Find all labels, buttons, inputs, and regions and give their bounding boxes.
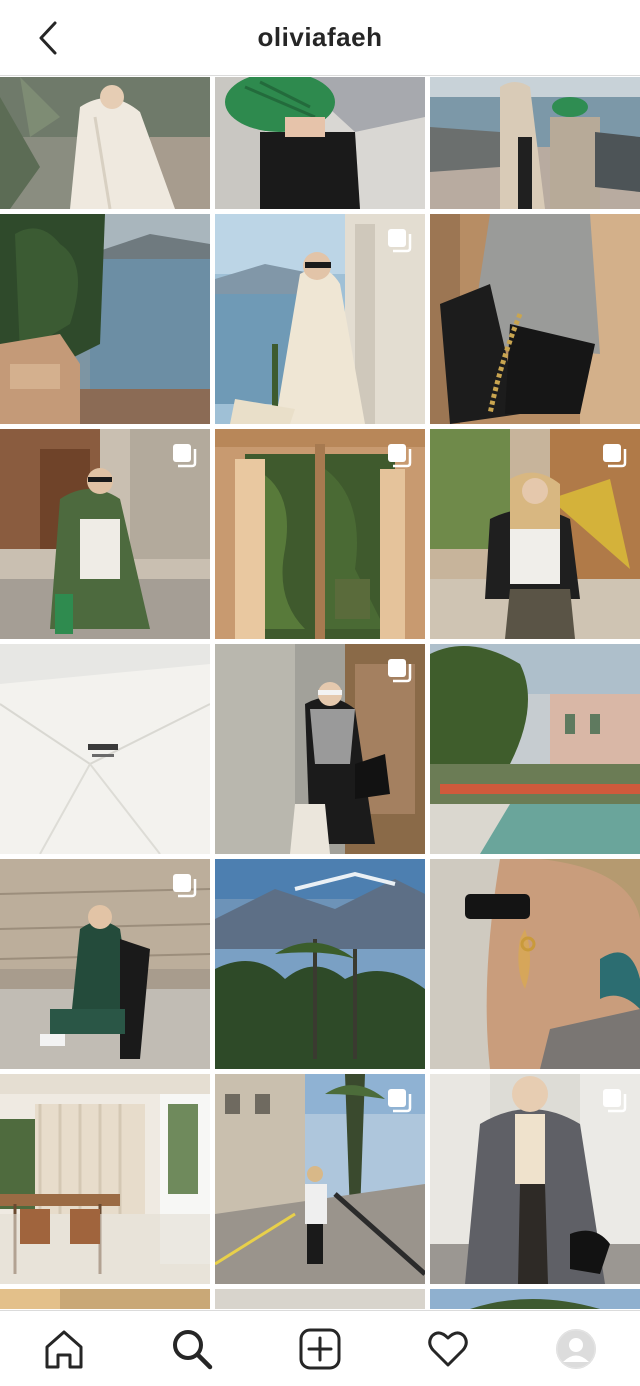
grid-photo[interactable] xyxy=(215,77,425,209)
photo-green-bag-black-shorts xyxy=(215,77,425,209)
profile-avatar xyxy=(556,1328,596,1369)
multi-photo-icon xyxy=(388,659,412,683)
photo-palms-lake-mountains xyxy=(215,859,425,1069)
multi-photo-icon xyxy=(388,444,412,468)
grid-photo[interactable] xyxy=(430,429,640,639)
grid-photo[interactable] xyxy=(215,1074,425,1284)
photo-modern-dining-room xyxy=(0,1074,210,1284)
grid-photo[interactable] xyxy=(0,859,210,1069)
chevron-left-icon xyxy=(39,21,57,55)
back-button[interactable] xyxy=(30,20,66,56)
grid-photo[interactable] xyxy=(215,644,425,854)
multi-photo-icon xyxy=(603,1089,627,1113)
grid-photo[interactable] xyxy=(0,1074,210,1284)
nav-search[interactable] xyxy=(160,1317,224,1381)
multi-photo-icon xyxy=(388,229,412,253)
bottom-navigation xyxy=(0,1310,640,1386)
photo-pool-villa xyxy=(430,644,640,854)
photo-white-trench-agave xyxy=(0,77,210,209)
grid-photo[interactable] xyxy=(430,859,640,1069)
activity-heart-icon xyxy=(428,1331,468,1366)
multi-photo-icon xyxy=(173,444,197,468)
photo-partial-3 xyxy=(430,1289,640,1309)
multi-photo-icon xyxy=(388,1089,412,1113)
photo-white-envelope xyxy=(0,644,210,854)
home-icon xyxy=(45,1330,83,1368)
grid-photo[interactable] xyxy=(0,1289,210,1309)
nav-profile[interactable] xyxy=(544,1317,608,1381)
grid-photo[interactable] xyxy=(430,1074,640,1284)
photo-cypress-lake-view xyxy=(0,214,210,424)
grid-photo[interactable] xyxy=(430,1289,640,1309)
avatar-placeholder-icon xyxy=(556,1329,596,1368)
grid-photo[interactable] xyxy=(215,429,425,639)
multi-photo-icon xyxy=(603,444,627,468)
grid-photo[interactable] xyxy=(215,214,425,424)
grid-photo[interactable] xyxy=(430,644,640,854)
grid-photo[interactable] xyxy=(0,77,210,209)
grid-photo[interactable] xyxy=(0,214,210,424)
grid-photo[interactable] xyxy=(0,644,210,854)
search-icon xyxy=(173,1329,213,1369)
nav-home[interactable] xyxy=(32,1317,96,1381)
photo-grid xyxy=(0,77,640,1309)
photo-gold-earring-closeup xyxy=(430,859,640,1069)
multi-photo-icon xyxy=(173,874,197,898)
nav-new-post[interactable] xyxy=(288,1317,352,1381)
grid-photo[interactable] xyxy=(215,859,425,1069)
photo-black-chain-bag xyxy=(430,214,640,424)
nav-activity[interactable] xyxy=(416,1317,480,1381)
grid-photo[interactable] xyxy=(430,77,640,209)
grid-photo[interactable] xyxy=(0,429,210,639)
photo-lakeside-cardigan xyxy=(430,77,640,209)
grid-photo[interactable] xyxy=(430,214,640,424)
profile-username: oliviafaeh xyxy=(257,22,383,52)
new-post-icon xyxy=(299,1328,341,1369)
photo-partial-1 xyxy=(0,1289,210,1309)
grid-photo[interactable] xyxy=(215,1289,425,1309)
profile-header: oliviafaeh xyxy=(0,0,640,76)
photo-partial-2 xyxy=(215,1289,425,1309)
